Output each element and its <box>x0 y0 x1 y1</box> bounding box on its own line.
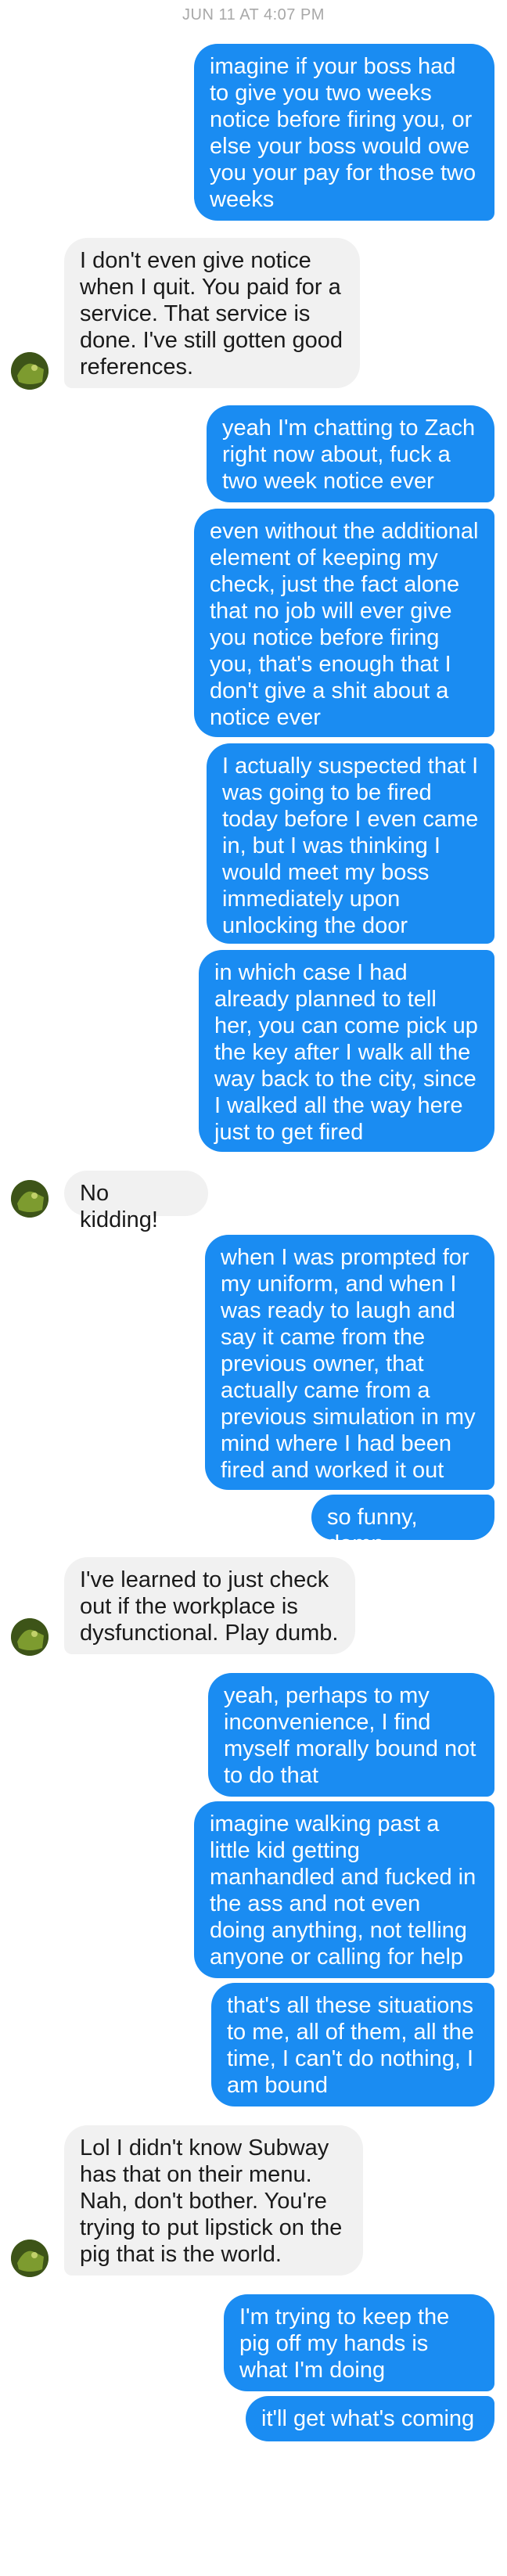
incoming-message[interactable]: No kidding! <box>64 1171 208 1232</box>
avatar[interactable] <box>11 352 49 390</box>
outgoing-message[interactable]: when I was prompted for my uniform, and … <box>205 1235 494 1490</box>
outgoing-message[interactable]: yeah I'm chatting to Zach right now abou… <box>207 405 494 502</box>
incoming-message[interactable]: I've learned to just check out if the wo… <box>64 1557 355 1654</box>
contact-avatar-icon <box>11 2240 49 2277</box>
outgoing-message[interactable]: in which case I had already planned to t… <box>199 950 494 1152</box>
outgoing-message[interactable]: I'm trying to keep the pig off my hands … <box>224 2294 494 2391</box>
outgoing-message[interactable]: yeah, perhaps to my inconvenience, I fin… <box>208 1673 494 1797</box>
avatar[interactable] <box>11 1618 49 1656</box>
incoming-message[interactable]: I don't even give notice when I quit. Yo… <box>64 238 360 388</box>
outgoing-message[interactable]: imagine walking past a little kid gettin… <box>194 1801 494 1978</box>
outgoing-message[interactable]: even without the additional element of k… <box>194 509 494 737</box>
outgoing-message[interactable]: it'll get what's coming <box>246 2396 494 2441</box>
avatar[interactable] <box>11 1180 49 1218</box>
outgoing-message[interactable]: so funny, damn <box>311 1495 494 1556</box>
incoming-message[interactable]: Lol I didn't know Subway has that on the… <box>64 2125 363 2276</box>
contact-avatar-icon <box>11 352 49 390</box>
outgoing-message[interactable]: I actually suspected that I was going to… <box>207 743 494 944</box>
timestamp: JUN 11 AT 4:07 PM <box>182 6 325 23</box>
outgoing-message[interactable]: imagine if your boss had to give you two… <box>194 44 494 221</box>
avatar[interactable] <box>11 2240 49 2277</box>
contact-avatar-icon <box>11 1618 49 1656</box>
message-thread: JUN 11 AT 4:07 PM imagine if your boss h… <box>0 0 507 2576</box>
contact-avatar-icon <box>11 1180 49 1218</box>
outgoing-message[interactable]: that's all these situations to me, all o… <box>211 1983 494 2106</box>
